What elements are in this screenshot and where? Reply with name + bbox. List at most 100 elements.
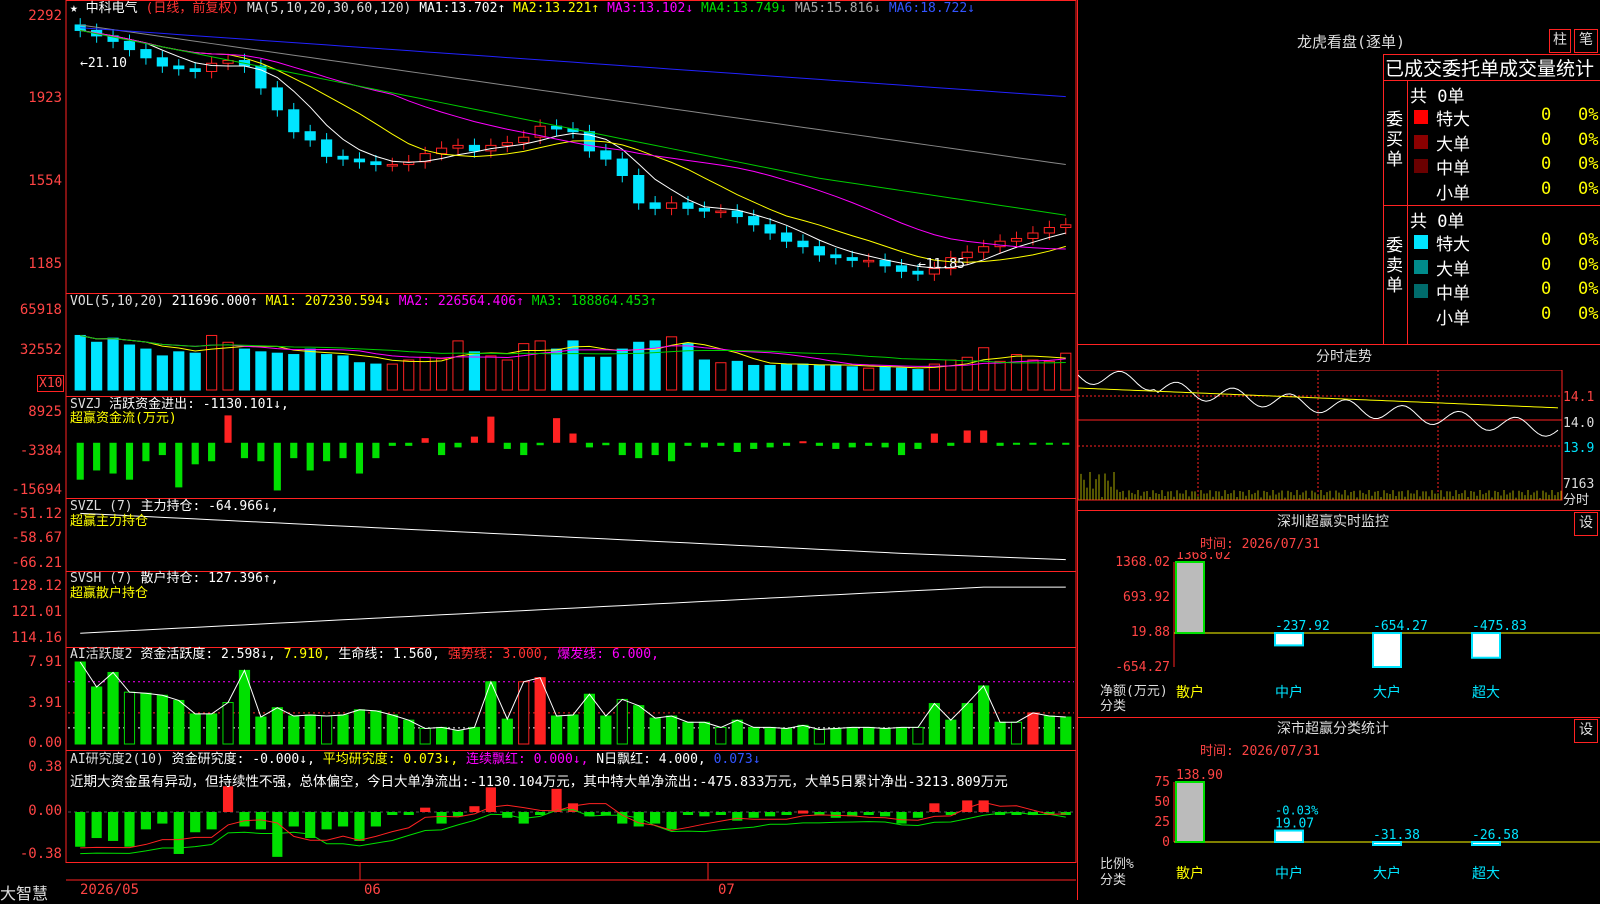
ai2-p2: 平均研究度: 0.073↓,	[322, 752, 459, 767]
stats-settings-button[interactable]: 设	[1574, 719, 1598, 743]
activity-bar	[994, 721, 1006, 745]
intraday-axis-label: 13.9	[1563, 441, 1595, 456]
svsh-axis-label: 114.16	[11, 630, 62, 646]
ai1-p1: 资金活跃度: 2.598↓,	[140, 647, 276, 662]
candle	[189, 68, 201, 72]
research-bar	[420, 807, 431, 812]
candle	[370, 161, 382, 166]
research-bar	[107, 812, 119, 841]
volume-bar	[797, 363, 809, 391]
divider	[1078, 510, 1600, 511]
volume-bar	[238, 348, 251, 391]
volume-bar	[123, 344, 136, 391]
ai1-p2: 7.910,	[283, 647, 331, 662]
fund-flow-bar	[273, 442, 281, 491]
activity-bar	[140, 692, 152, 745]
price-axis-label: 1554	[28, 173, 62, 189]
fund-flow-bar	[421, 438, 429, 443]
candle	[665, 202, 678, 209]
intraday-chart[interactable]	[1078, 370, 1600, 510]
buy-row-count: 0	[1541, 178, 1552, 199]
activity-bar	[550, 715, 563, 745]
star-icon: ★	[70, 1, 78, 16]
research-bar	[75, 812, 86, 847]
ai2-p5: 0.073↓	[713, 752, 761, 767]
svzl-axis-label: -58.67	[11, 530, 62, 546]
volume-bar	[140, 348, 152, 391]
fund-flow-bar	[897, 442, 906, 456]
ai1-label: AI活跃度2	[70, 647, 133, 662]
sell-row-count: 0	[1541, 254, 1552, 275]
stats-xlabel: 分类	[1100, 873, 1127, 888]
vol-label: VOL(5,10,20)	[70, 294, 164, 309]
research-bar	[666, 812, 677, 830]
research-bar	[354, 812, 365, 841]
sell-row-pct: 0%	[1578, 303, 1599, 324]
monitor-settings-button[interactable]: 设	[1574, 512, 1598, 536]
svsh-sub: 超赢散户持仓	[70, 586, 149, 601]
tick-view-button[interactable]: 笔	[1574, 29, 1598, 53]
research-bar	[765, 812, 776, 817]
sell-swatch	[1414, 259, 1428, 274]
buy-row-name: 小单	[1436, 183, 1470, 204]
fund-flow-bar	[799, 441, 807, 444]
activity-bar	[567, 714, 579, 745]
candle	[633, 175, 645, 204]
activity-bar	[156, 694, 168, 745]
activity-bar	[501, 718, 513, 745]
buy-total: 共 0单	[1410, 87, 1465, 107]
ai1-legend: AI活跃度2 资金活跃度: 2.598↓, 7.910, 生命线: 1.560,…	[70, 647, 659, 662]
research-bar	[403, 812, 414, 815]
candle	[698, 207, 711, 212]
bar-value-label: -31.38	[1373, 828, 1420, 843]
buy-row-name: 大单	[1436, 134, 1470, 155]
ma5-value: 15.816↓	[826, 1, 882, 16]
candle	[764, 224, 776, 234]
svzj-legend: SVZJ 活跃资金进出: -1130.101↓,	[70, 397, 289, 412]
ai1-p3: 生命线: 1.560,	[338, 647, 441, 662]
volume-bar	[945, 359, 957, 391]
price-axis-label: 1923	[28, 90, 62, 106]
candle	[879, 259, 891, 267]
activity-bar	[353, 709, 366, 745]
activity-bar	[419, 727, 431, 745]
sell-row-count: 0	[1541, 230, 1552, 250]
svsh-axis-label: 128.12	[11, 578, 62, 594]
sell-row-pct: 0%	[1578, 279, 1599, 299]
candle	[304, 131, 316, 141]
activity-bar	[468, 726, 481, 745]
volume-bar	[419, 356, 431, 391]
sell-swatch	[1414, 235, 1428, 249]
category-bar	[1175, 781, 1205, 843]
volume-bar	[813, 364, 825, 391]
volume-bar	[206, 334, 218, 391]
fund-flow-bar	[240, 442, 249, 459]
volume-bar	[107, 337, 119, 391]
volume-bar	[583, 356, 596, 391]
bar-view-button[interactable]: 柱	[1549, 29, 1571, 53]
intraday-vol-label: 7163	[1563, 477, 1595, 492]
chart-axis-label: 0	[1162, 835, 1170, 850]
candle	[123, 40, 136, 51]
volume-bar	[764, 364, 776, 391]
volume-bar	[353, 362, 366, 391]
research-bar	[222, 786, 234, 812]
volume-bar	[534, 340, 546, 391]
divider	[1078, 717, 1600, 718]
fund-flow-bar	[306, 442, 314, 471]
ai2-p3: 连续飘红: 0.000↓,	[466, 752, 589, 767]
ai1-axis-label: 3.91	[28, 695, 62, 711]
activity-bar	[1060, 716, 1072, 745]
volume-bar	[748, 364, 760, 391]
svzj-axis-label: -3384	[19, 443, 62, 459]
activity-bar	[452, 730, 464, 745]
svzl-axis-label: -66.21	[11, 555, 62, 571]
ma5-line	[80, 24, 1066, 166]
research-bar	[650, 812, 661, 824]
ai1-axis-label: 7.91	[28, 654, 62, 670]
activity-bar	[321, 715, 333, 745]
intraday-title: 分时走势	[1316, 349, 1372, 365]
vol-axis-label: 32552	[19, 342, 62, 358]
divider	[1383, 80, 1600, 81]
vol-ma3: MA3: 188864.453↑	[531, 294, 658, 309]
